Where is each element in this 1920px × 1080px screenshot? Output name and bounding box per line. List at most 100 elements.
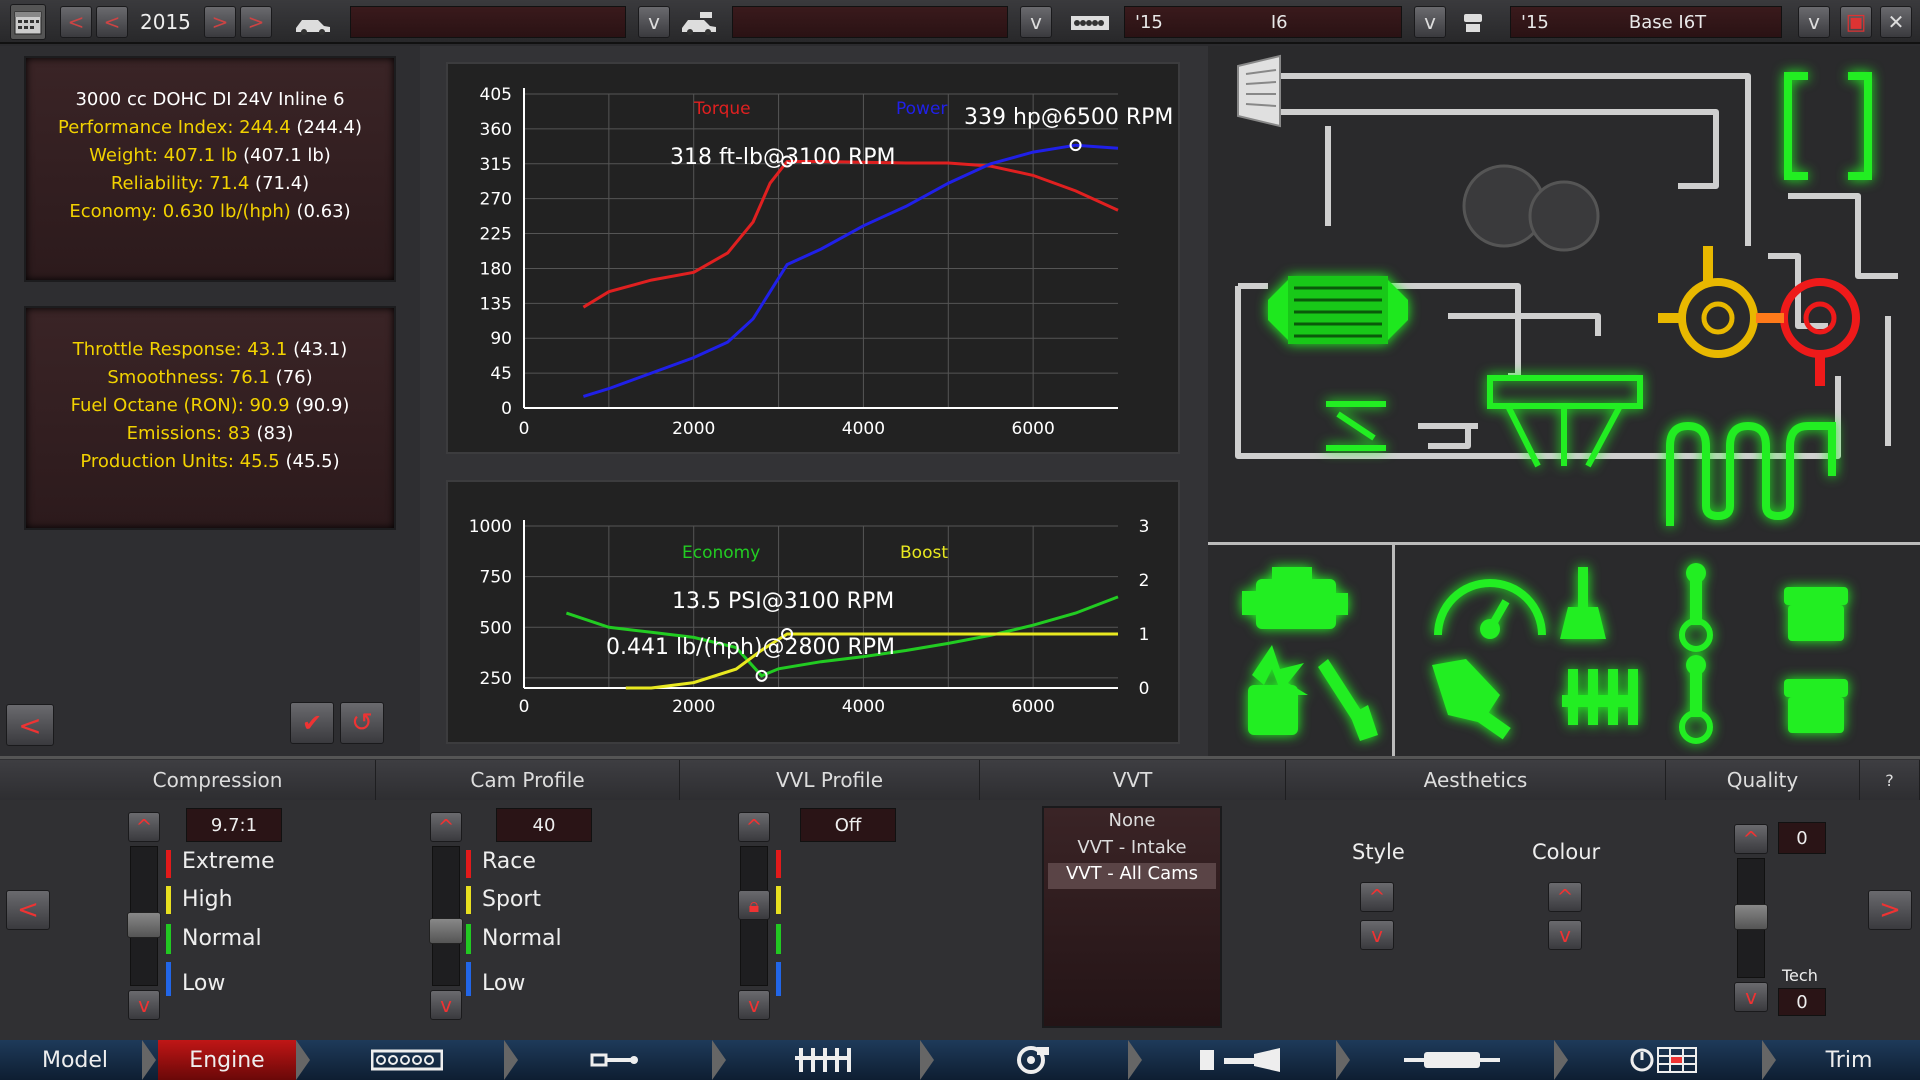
compression-header: Compression	[60, 760, 376, 800]
y-tick-label: 1000	[469, 517, 512, 537]
engine-dropdown-button[interactable]: v	[1414, 6, 1446, 38]
gauge-icon[interactable]	[1434, 579, 1546, 639]
cam-down-button[interactable]: v	[430, 990, 462, 1020]
y-tick-label: 315	[480, 155, 512, 175]
compression-slider-thumb[interactable]	[127, 912, 161, 938]
y-tick-label: 270	[480, 190, 512, 210]
nav-crankshaft-icon[interactable]	[520, 1040, 710, 1080]
variant-dropdown-button[interactable]: v	[1798, 6, 1830, 38]
torque-power-chart: 0 45 90 135 180 225 270 315 360 405 0 2000 4000 6000 …	[446, 62, 1180, 454]
nav-engine[interactable]: Engine	[158, 1040, 296, 1080]
compression-low-bar	[166, 962, 171, 996]
nav-model[interactable]: Model	[0, 1040, 150, 1080]
stat-performance-index: Performance Index: 244.4 (244.4)	[58, 117, 362, 138]
vvl-down-button[interactable]: v	[738, 990, 770, 1020]
quality-slider-thumb[interactable]	[1734, 904, 1768, 930]
variant-select-field[interactable]: '15 Base I6T	[1510, 6, 1782, 38]
y-tick-label: 90	[490, 329, 512, 349]
nav-trim[interactable]: Trim	[1778, 1040, 1920, 1080]
stat-smoothness: Smoothness: 76.1 (76)	[107, 367, 313, 388]
connecting-rod-2-icon[interactable]	[1679, 655, 1713, 744]
quality-down-button[interactable]: v	[1734, 982, 1768, 1012]
turbo-compressor-icon	[1658, 246, 1758, 358]
undo-icon[interactable]: ↺	[340, 702, 384, 744]
style-up-button[interactable]: ^	[1360, 882, 1394, 912]
stat-fuel-octane: Fuel Octane (RON): 90.9 (90.9)	[70, 395, 350, 416]
back-button[interactable]: <	[6, 704, 54, 746]
x-tick-label: 4000	[842, 419, 885, 439]
y2-tick-label: 0	[1139, 679, 1150, 699]
piston-part-2-icon[interactable]	[1784, 679, 1848, 733]
vvt-option-all-cams[interactable]: VVT - All Cams	[1048, 863, 1216, 889]
economy-boost-chart: 250 500 750 1000 0 1 2 3 0 2000 4000 6000 Economy B…	[446, 480, 1180, 744]
piston-part-icon[interactable]	[1784, 587, 1848, 641]
connecting-rod-icon[interactable]	[1679, 563, 1713, 652]
wrench-tool-icon[interactable]	[1318, 659, 1378, 741]
quality-up-button[interactable]: ^	[1734, 824, 1768, 854]
vvt-option-intake[interactable]: VVT - Intake	[1048, 837, 1216, 863]
year-back-button[interactable]: <	[96, 6, 128, 38]
nav-engine-block-icon[interactable]	[312, 1040, 502, 1080]
cam-normal-bar	[466, 924, 471, 954]
build-check-icon[interactable]: ✔	[290, 702, 334, 744]
model-select-field[interactable]	[350, 6, 626, 38]
save-icon[interactable]: ▣	[1840, 6, 1872, 38]
spark-plug-icon[interactable]	[1560, 567, 1606, 639]
quality-header: Quality	[1666, 760, 1860, 800]
prev-section-button[interactable]: <	[6, 890, 50, 930]
year-forward-fast-button[interactable]: >	[240, 6, 272, 38]
nav-chevron	[1128, 1040, 1142, 1080]
calendar-icon[interactable]	[10, 4, 46, 40]
nav-top-end-icon[interactable]	[728, 1040, 918, 1080]
tuning-headers: Compression Cam Profile VVL Profile VVT …	[0, 760, 1920, 800]
engine-block-part-icon[interactable]	[1242, 567, 1348, 629]
x-tick-label: 6000	[1012, 419, 1055, 439]
economy-boost-svg: 250 500 750 1000 0 1 2 3 0 2000 4000 6000 Economy B…	[469, 517, 1150, 717]
variant-year: '15	[1521, 11, 1549, 33]
close-icon[interactable]: ✕	[1880, 6, 1912, 38]
car-model-icon	[294, 14, 332, 40]
y2-tick-label: 1	[1139, 625, 1150, 645]
compression-level-normal: Normal	[182, 926, 262, 951]
compression-down-button[interactable]: v	[128, 990, 160, 1020]
engine-year: '15	[1135, 11, 1163, 33]
model-dropdown-button[interactable]: v	[638, 6, 670, 38]
tuning-hand-icon[interactable]	[1432, 659, 1511, 740]
engine-damage-icon[interactable]	[1248, 645, 1308, 735]
cam-slider-thumb[interactable]	[429, 918, 463, 944]
engine-select-field[interactable]: '15 I6	[1124, 6, 1402, 38]
torque-peak-label: 318 ft-lb@3100 RPM	[670, 145, 896, 170]
vvt-option-none[interactable]: None	[1048, 810, 1216, 836]
nav-testing-icon[interactable]	[1570, 1040, 1760, 1080]
vvl-up-button[interactable]: ^	[738, 812, 770, 842]
cam-up-button[interactable]: ^	[430, 812, 462, 842]
x-tick-label: 0	[519, 697, 530, 717]
vvl-profile-header: VVL Profile	[680, 760, 980, 800]
exhaust-manifold-icon	[1666, 421, 1836, 526]
year-back-fast-button[interactable]: <	[60, 6, 92, 38]
nav-exhaust-icon[interactable]	[1352, 1040, 1552, 1080]
y-tick-label: 250	[480, 669, 512, 689]
trim-dropdown-button[interactable]: v	[1020, 6, 1052, 38]
compression-up-button[interactable]: ^	[128, 812, 160, 842]
power-legend: Power	[896, 99, 947, 119]
cam-race-bar	[466, 850, 471, 878]
aesthetics-header: Aesthetics	[1286, 760, 1666, 800]
throttle-body-icon	[1326, 401, 1386, 451]
nav-chevron	[142, 1040, 156, 1080]
nav-chevron	[712, 1040, 726, 1080]
nav-fuel-system-icon[interactable]	[1144, 1040, 1334, 1080]
camshaft-icon[interactable]	[1562, 669, 1638, 725]
colour-down-button[interactable]: v	[1548, 920, 1582, 950]
nav-turbo-icon[interactable]	[936, 1040, 1126, 1080]
help-button[interactable]: ?	[1860, 760, 1920, 800]
x-tick-label: 2000	[672, 419, 715, 439]
year-forward-button[interactable]: >	[204, 6, 236, 38]
colour-up-button[interactable]: ^	[1548, 882, 1582, 912]
next-section-button[interactable]: >	[1868, 890, 1912, 930]
boost-peak-label: 13.5 PSI@3100 RPM	[672, 589, 894, 614]
style-down-button[interactable]: v	[1360, 920, 1394, 950]
trim-select-field[interactable]	[732, 6, 1008, 38]
cam-slider-track[interactable]	[432, 846, 460, 986]
variant-name: Base I6T	[1628, 11, 1707, 33]
